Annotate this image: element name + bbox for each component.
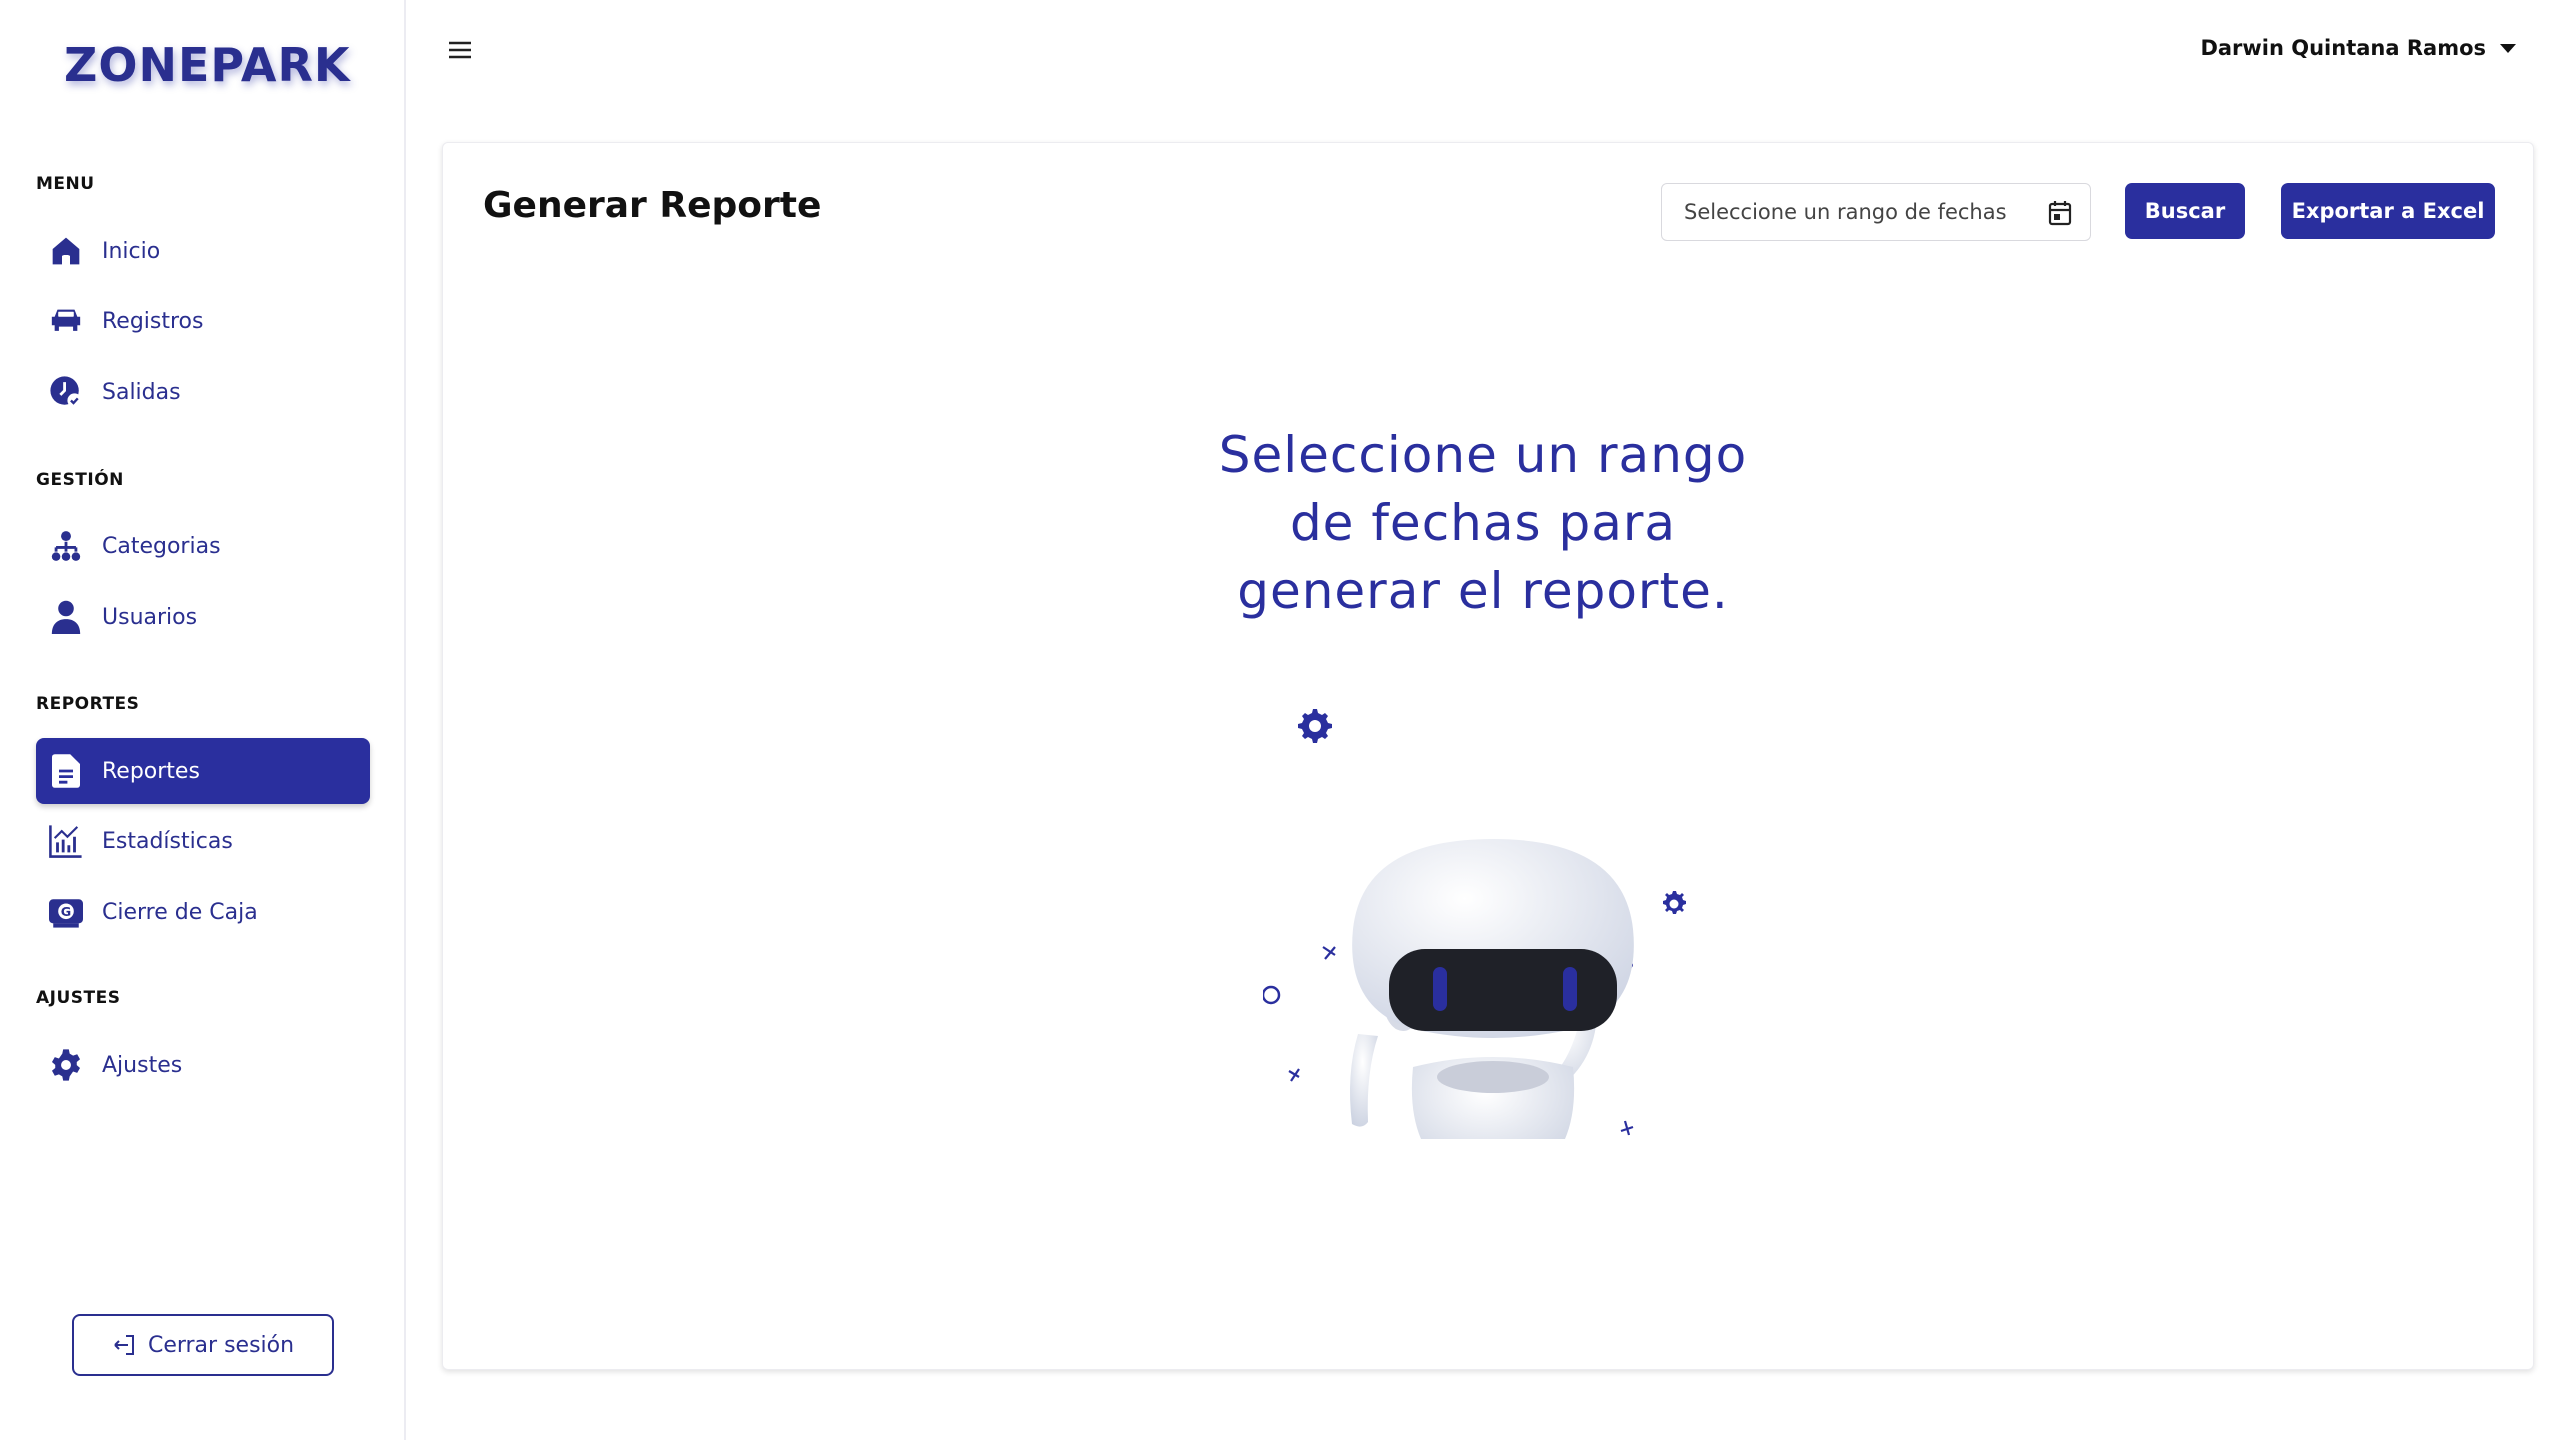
robot-illustration (1261, 699, 1723, 1177)
section-title-menu: MENU (36, 174, 95, 194)
document-icon (48, 753, 84, 789)
user-name: Darwin Quintana Ramos (2200, 36, 2486, 60)
sidebar-item-ajustes[interactable]: Ajustes (36, 1032, 370, 1098)
sidebar-item-label: Categorias (102, 533, 221, 559)
page-title: Generar Reporte (483, 185, 822, 226)
empty-state-message: Seleccione un rango de fechas para gener… (1143, 421, 1823, 625)
user-menu[interactable]: Darwin Quintana Ramos (2200, 36, 2516, 60)
sidebar-item-inicio[interactable]: Inicio (36, 218, 370, 284)
sidebar-item-label: Inicio (102, 238, 161, 264)
export-excel-button[interactable]: Exportar a Excel (2281, 183, 2495, 239)
sidebar-item-label: Usuarios (102, 604, 198, 630)
empty-state-line: generar el reporte. (1237, 562, 1729, 620)
sidebar-item-label: Reportes (102, 758, 200, 784)
sidebar-item-label: Ajustes (102, 1052, 183, 1078)
bar-chart-icon (48, 823, 84, 859)
hamburger-menu-icon[interactable] (448, 40, 474, 62)
section-title-ajustes: AJUSTES (36, 988, 121, 1008)
date-range-input[interactable]: Seleccione un rango de fechas (1661, 183, 2091, 241)
hierarchy-icon (48, 528, 84, 564)
search-button[interactable]: Buscar (2125, 183, 2245, 239)
sidebar-item-label: Registros (102, 308, 204, 334)
user-icon (48, 599, 84, 635)
sidebar: ZONEPARK MENU Inicio Registros Salidas G… (0, 0, 406, 1440)
sidebar-item-usuarios[interactable]: Usuarios (36, 584, 370, 650)
sidebar-item-label: Cierre de Caja (102, 899, 258, 925)
sidebar-item-label: Estadísticas (102, 828, 233, 854)
empty-state-line: de fechas para (1289, 494, 1677, 552)
gear-icon (48, 1047, 84, 1083)
sidebar-item-categorias[interactable]: Categorias (36, 513, 370, 579)
sidebar-item-estadisticas[interactable]: Estadísticas (36, 808, 370, 874)
logout-label: Cerrar sesión (147, 1332, 295, 1358)
empty-state-line: Seleccione un rango (1218, 426, 1748, 484)
brand-logo[interactable]: ZONEPARK (64, 38, 351, 92)
sidebar-item-registros[interactable]: Registros (36, 288, 370, 354)
home-icon (48, 233, 84, 269)
section-title-gestion: GESTIÓN (36, 470, 124, 490)
car-icon (48, 303, 84, 339)
sidebar-item-cierre-de-caja[interactable]: G Cierre de Caja (36, 879, 370, 945)
date-range-placeholder: Seleccione un rango de fechas (1684, 200, 2007, 224)
section-title-reportes: REPORTES (36, 694, 140, 714)
cash-register-icon: G (48, 894, 84, 930)
caret-down-icon (2500, 43, 2516, 53)
clock-check-icon (48, 374, 84, 410)
calendar-icon[interactable] (2048, 200, 2072, 231)
report-card: Generar Reporte Seleccione un rango de f… (442, 142, 2534, 1370)
sidebar-item-label: Salidas (102, 379, 181, 405)
logout-button[interactable]: Cerrar sesión (72, 1314, 334, 1376)
svg-text:G: G (61, 905, 71, 920)
logout-icon (112, 1334, 136, 1356)
sidebar-item-salidas[interactable]: Salidas (36, 359, 370, 425)
sidebar-item-reportes[interactable]: Reportes (36, 738, 370, 804)
